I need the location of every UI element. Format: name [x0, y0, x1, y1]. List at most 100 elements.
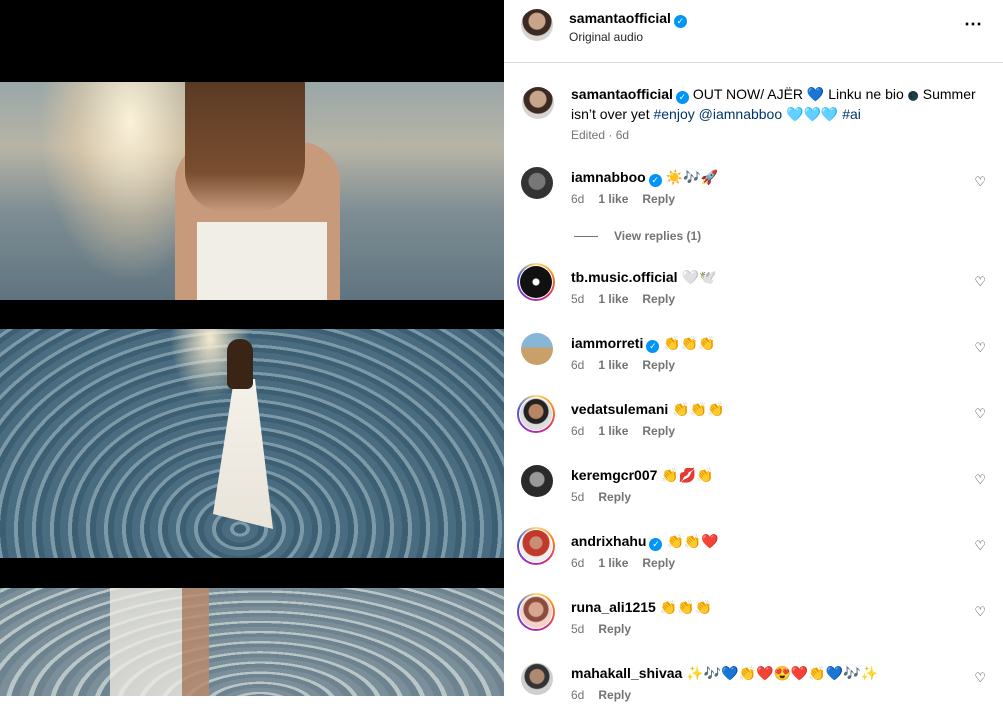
- comment-row: mahakall_shivaa ✨🎶💙👏❤️😍❤️👏💙🎶✨ 6d Reply ♡: [520, 662, 1000, 722]
- reply-button[interactable]: Reply: [642, 358, 675, 372]
- story-ring[interactable]: [517, 263, 555, 301]
- comment-likes[interactable]: 1 like: [598, 292, 628, 306]
- reply-button[interactable]: Reply: [642, 292, 675, 306]
- comment-meta: 6d 1 like Reply: [571, 556, 689, 570]
- verified-badge-icon: ✓: [675, 91, 689, 104]
- video-frame-bottom: [0, 588, 504, 696]
- comment-row: iamnabboo ✓ ☀️🎶🚀 6d 1 like Reply ♡: [520, 166, 1000, 226]
- comment-row: iammorreti ✓ 👏👏👏 6d 1 like Reply ♡: [520, 332, 1000, 392]
- comment-body: mahakall_shivaa ✨🎶💙👏❤️😍❤️👏💙🎶✨: [571, 664, 878, 682]
- comment-likes[interactable]: 1 like: [598, 556, 628, 570]
- hashtag-ai[interactable]: #ai: [842, 106, 861, 122]
- comment-text: ✨🎶💙👏❤️😍❤️👏💙🎶✨: [686, 665, 879, 681]
- caption-username[interactable]: samantaofficial: [571, 86, 673, 102]
- caption-text: samantaofficial ✓ OUT NOW/ AJËR 💙 Linku n…: [571, 85, 991, 123]
- comment-meta: 5d Reply: [571, 490, 645, 504]
- comment-time: 5d: [571, 292, 585, 306]
- reply-button[interactable]: Reply: [642, 424, 675, 438]
- caption-avatar[interactable]: [522, 87, 554, 119]
- author-username[interactable]: samantaofficial: [569, 10, 671, 26]
- commenter-avatar[interactable]: [520, 530, 552, 562]
- commenter-avatar[interactable]: [521, 465, 553, 497]
- comment-row: andrixhahu ✓ 👏👏❤️ 6d 1 like Reply ♡: [517, 527, 1000, 590]
- comment-row: vedatsulemani 👏👏👏 6d 1 like Reply ♡: [517, 395, 1000, 458]
- comment-text: ☀️🎶🚀: [665, 169, 718, 185]
- story-ring[interactable]: [517, 593, 555, 631]
- commenter-username[interactable]: iammorreti: [571, 335, 643, 351]
- commenter-username[interactable]: vedatsulemani: [571, 401, 668, 417]
- comment-meta: 6d 1 like Reply: [571, 358, 689, 372]
- heart-outline-icon[interactable]: ♡: [974, 538, 986, 554]
- comment-text: 👏👏❤️: [666, 533, 719, 549]
- comment-row: tb.music.official 🤍🕊️ 5d 1 like Reply ♡: [517, 263, 1000, 326]
- comment-meta: 5d Reply: [571, 622, 645, 636]
- commenter-username[interactable]: iamnabboo: [571, 169, 646, 185]
- comment-body: iammorreti ✓ 👏👏👏: [571, 334, 716, 353]
- author-avatar[interactable]: [521, 9, 553, 41]
- comment-likes[interactable]: 1 like: [598, 358, 628, 372]
- caption-meta: Edited · 6d: [571, 128, 630, 142]
- comment-body: keremgcr007 👏💋👏: [571, 466, 714, 484]
- comment-time: 6d: [571, 424, 585, 438]
- view-replies-button[interactable]: View replies (1): [574, 229, 701, 243]
- verified-badge-icon: ✓: [646, 340, 660, 353]
- dress-and-legs-figure: [110, 588, 290, 696]
- comment-text: 🤍🕊️: [681, 269, 717, 285]
- heart-outline-icon[interactable]: ♡: [974, 174, 986, 190]
- caption-part-1: OUT NOW/ AJËR: [692, 86, 804, 102]
- comment-meta: 5d 1 like Reply: [571, 292, 689, 306]
- commenter-avatar[interactable]: [520, 596, 552, 628]
- comment-time: 6d: [571, 688, 585, 702]
- commenter-username[interactable]: keremgcr007: [571, 467, 657, 483]
- comment-meta: 6d 1 like Reply: [571, 192, 689, 206]
- reply-button[interactable]: Reply: [598, 688, 631, 702]
- comment-row: keremgcr007 👏💋👏 5d Reply ♡: [520, 464, 1000, 524]
- commenter-username[interactable]: andrixhahu: [571, 533, 646, 549]
- comment-meta: 6d Reply: [571, 688, 645, 702]
- comment-text: 👏👏👏: [672, 401, 725, 417]
- reply-button[interactable]: Reply: [642, 192, 675, 206]
- commenter-avatar[interactable]: [520, 398, 552, 430]
- more-options-icon[interactable]: ⋯: [964, 14, 983, 35]
- commenter-username[interactable]: mahakall_shivaa: [571, 665, 682, 681]
- comment-body: tb.music.official 🤍🕊️: [571, 268, 716, 286]
- commenter-username[interactable]: tb.music.official: [571, 269, 678, 285]
- comment-text: 👏💋👏: [661, 467, 714, 483]
- comment-body: andrixhahu ✓ 👏👏❤️: [571, 532, 719, 551]
- post-header: samantaofficial ✓ Original audio ⋯: [504, 0, 1003, 63]
- comment-likes[interactable]: 1 like: [598, 424, 628, 438]
- comment-text: 👏👏👏: [659, 599, 713, 615]
- reply-button[interactable]: Reply: [598, 490, 631, 504]
- commenter-avatar[interactable]: [521, 333, 553, 365]
- blue-heart-emoji: 💙: [806, 86, 825, 102]
- reply-button[interactable]: Reply: [598, 622, 631, 636]
- comment-time: 6d: [571, 358, 585, 372]
- story-ring[interactable]: [517, 395, 555, 433]
- comment-time: 5d: [571, 622, 585, 636]
- commenter-avatar[interactable]: [521, 663, 553, 695]
- dot-emoji: 🌑: [907, 91, 919, 101]
- heart-outline-icon[interactable]: ♡: [974, 604, 986, 620]
- comment-time: 6d: [571, 192, 585, 206]
- woman-walking-figure: [205, 339, 275, 549]
- post-media[interactable]: [0, 0, 504, 696]
- comment-body: vedatsulemani 👏👏👏: [571, 400, 725, 418]
- heart-outline-icon[interactable]: ♡: [974, 340, 986, 356]
- commenter-username[interactable]: runa_ali1215: [571, 599, 656, 615]
- heart-outline-icon[interactable]: ♡: [974, 274, 986, 290]
- commenter-avatar[interactable]: [521, 167, 553, 199]
- mention-iamnabboo[interactable]: @iamnabboo: [699, 106, 783, 122]
- comment-likes[interactable]: 1 like: [598, 192, 628, 206]
- heart-outline-icon[interactable]: ♡: [974, 406, 986, 422]
- audio-label[interactable]: Original audio: [569, 30, 643, 44]
- comment-time: 6d: [571, 556, 585, 570]
- verified-badge-icon: ✓: [649, 538, 663, 551]
- comment-body: runa_ali1215 👏👏👏: [571, 598, 712, 616]
- commenter-avatar[interactable]: [520, 266, 552, 298]
- story-ring[interactable]: [517, 527, 555, 565]
- heart-outline-icon[interactable]: ♡: [974, 472, 986, 488]
- post-side-panel: samantaofficial ✓ Original audio ⋯ samant…: [504, 0, 1003, 702]
- heart-outline-icon[interactable]: ♡: [974, 670, 986, 686]
- reply-button[interactable]: Reply: [642, 556, 675, 570]
- hashtag-enjoy[interactable]: #enjoy: [653, 106, 694, 122]
